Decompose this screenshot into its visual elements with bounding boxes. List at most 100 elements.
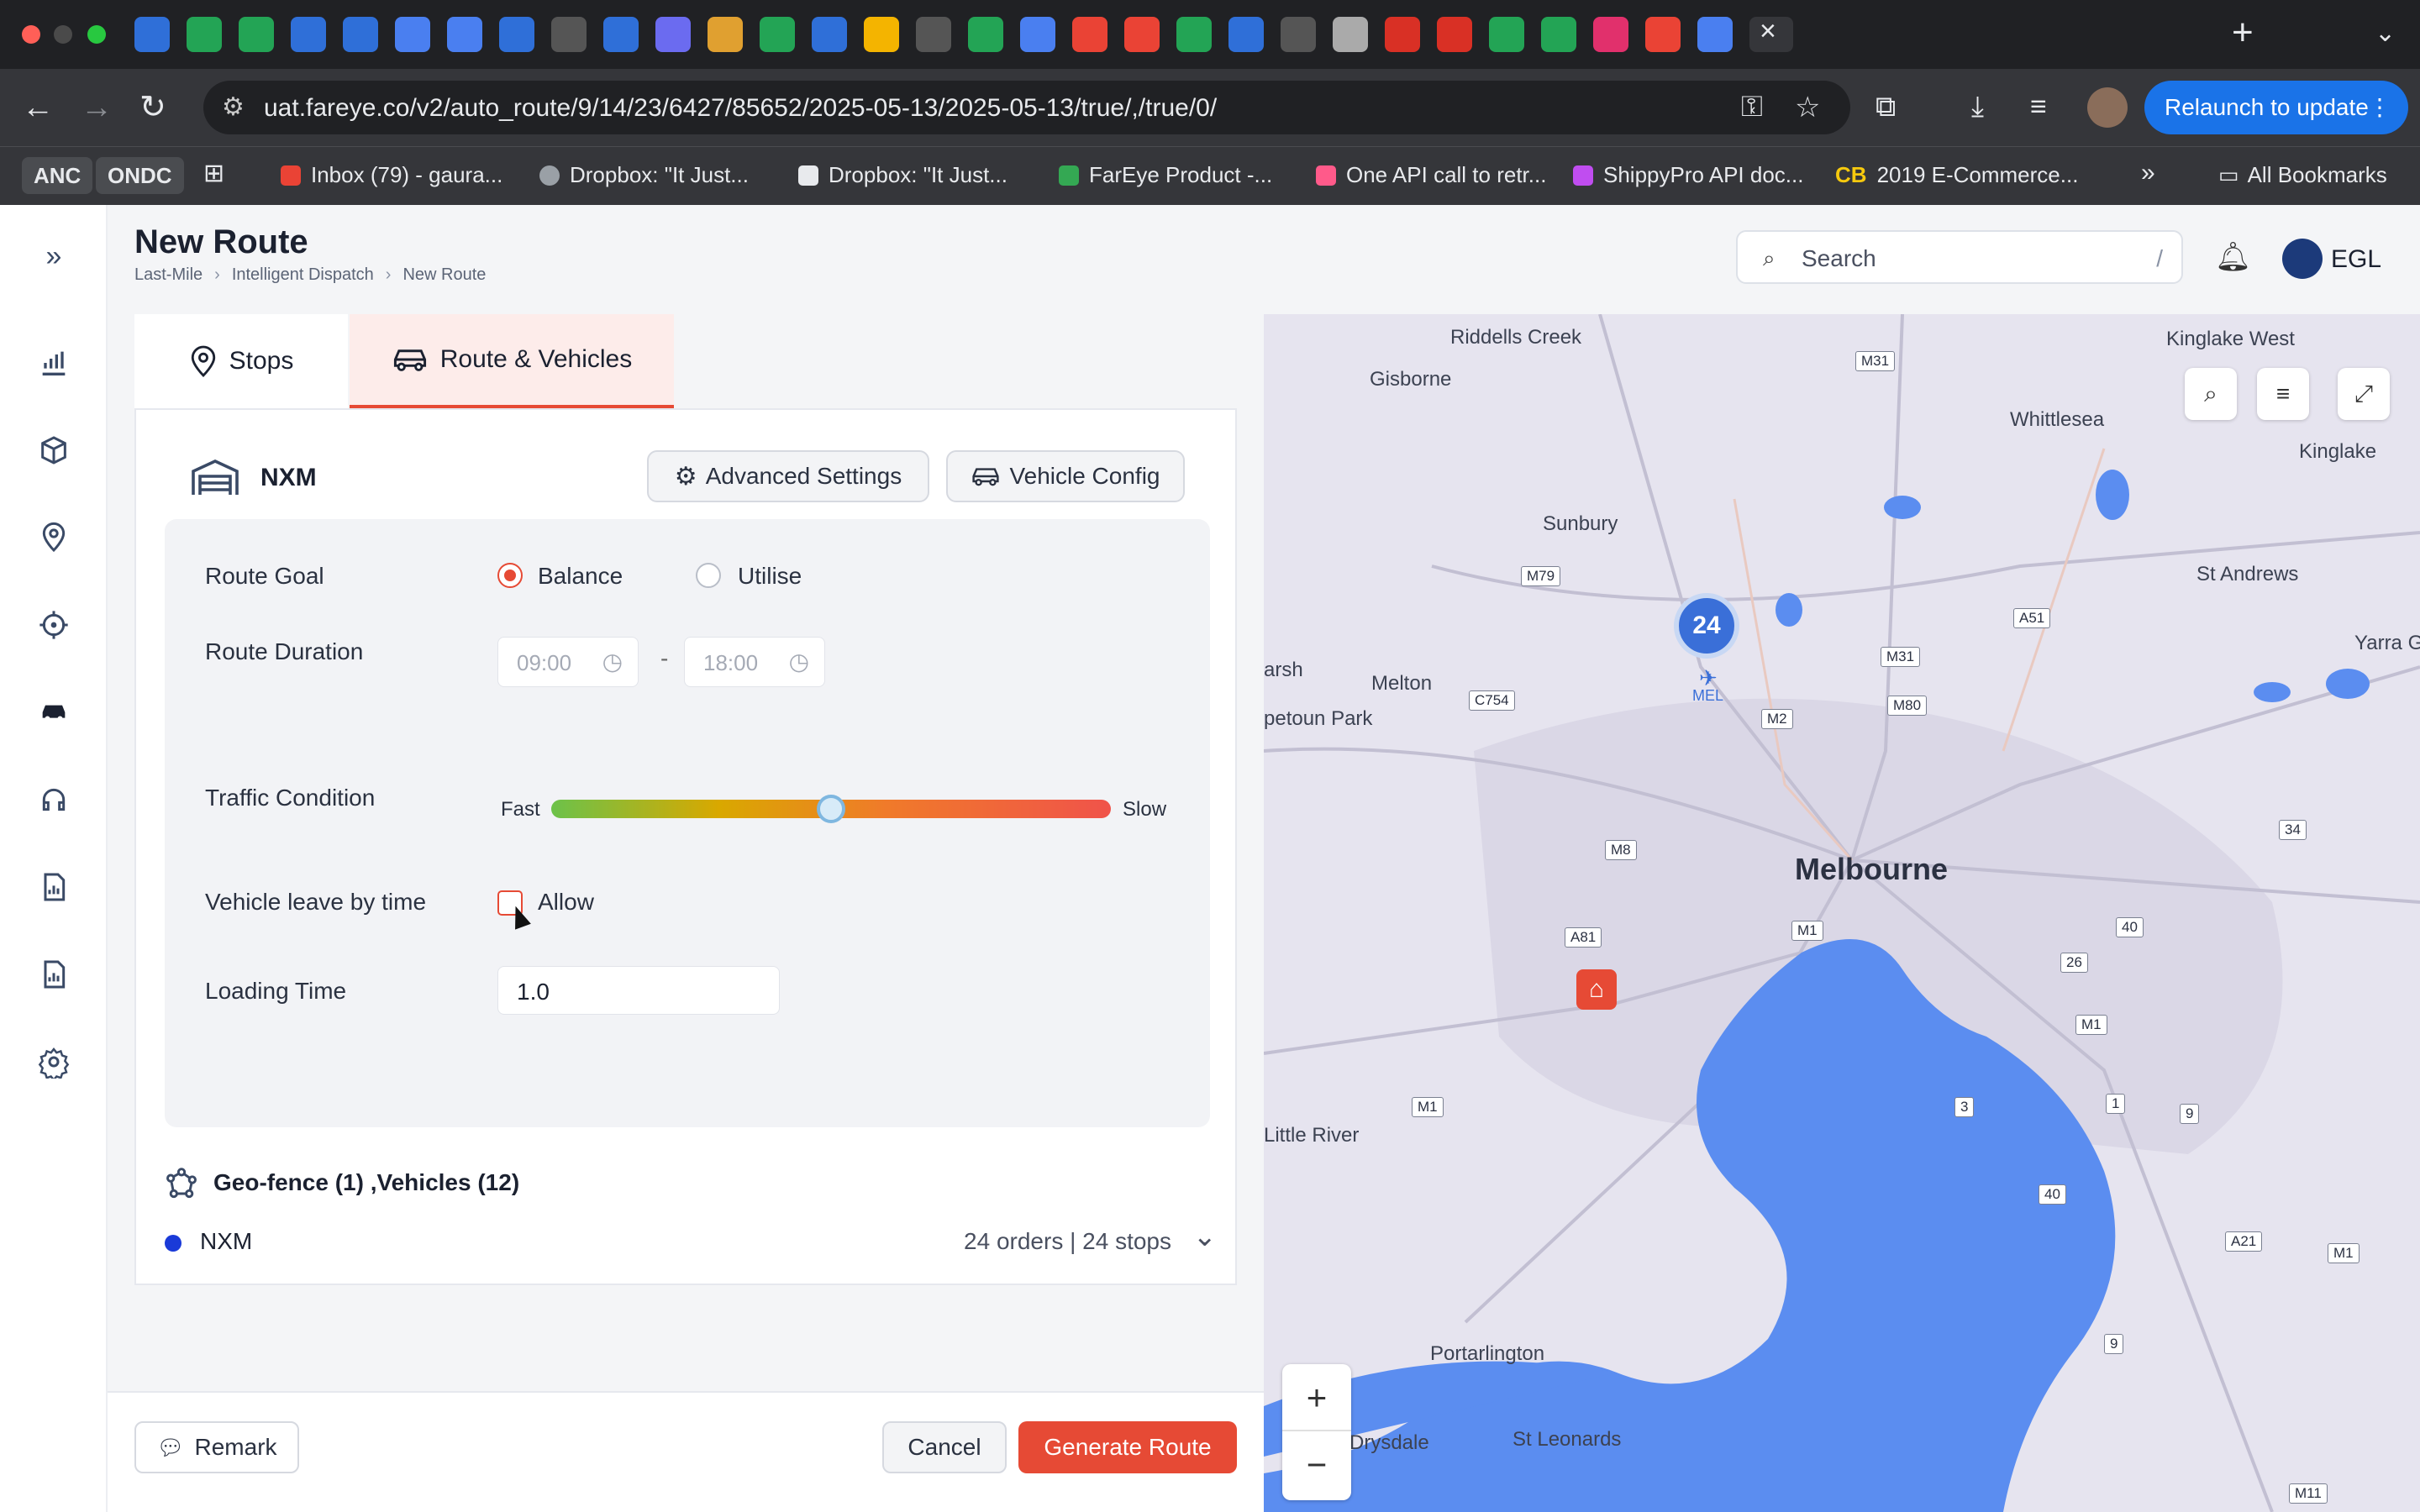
loading-time-input[interactable]: 1.0 bbox=[497, 966, 780, 1015]
location-pin-icon[interactable] bbox=[0, 521, 108, 563]
end-time-input[interactable]: 18:00 ◷ bbox=[684, 637, 825, 687]
package-icon[interactable] bbox=[0, 433, 108, 475]
analytics-icon[interactable] bbox=[0, 346, 108, 388]
user-avatar[interactable] bbox=[2282, 239, 2323, 279]
browser-tab[interactable] bbox=[1176, 17, 1212, 52]
goal-balance-radio[interactable] bbox=[497, 563, 523, 588]
map-filter-icon[interactable]: ≡ bbox=[2257, 368, 2309, 420]
browser-tab[interactable] bbox=[343, 17, 378, 52]
download-icon[interactable]: ⤓ bbox=[1971, 91, 1984, 123]
allow-label[interactable]: Allow bbox=[538, 889, 594, 916]
browser-tab[interactable] bbox=[916, 17, 951, 52]
browser-tab[interactable] bbox=[864, 17, 899, 52]
route-map[interactable]: Riddells Creek Gisborne Sunbury Whittles… bbox=[1264, 314, 2420, 1512]
zoom-in-button[interactable]: + bbox=[1282, 1364, 1351, 1431]
goal-utilise-label[interactable]: Utilise bbox=[738, 563, 802, 590]
tab-stops[interactable]: Stops bbox=[134, 314, 348, 408]
extensions-icon[interactable]: ⧉ bbox=[1876, 91, 1896, 123]
expand-rail-icon[interactable]: » bbox=[0, 240, 108, 273]
star-icon[interactable]: ☆ bbox=[1795, 91, 1820, 124]
car-icon[interactable] bbox=[0, 696, 108, 738]
apps-grid-icon[interactable]: ⊞ bbox=[203, 159, 224, 188]
reload-icon[interactable]: ↻ bbox=[139, 89, 166, 126]
bookmark-shippypro[interactable]: ShippyPro API doc... bbox=[1573, 162, 1803, 188]
browser-tab[interactable] bbox=[187, 17, 222, 52]
browser-tab[interactable] bbox=[1333, 17, 1368, 52]
browser-tab[interactable] bbox=[1385, 17, 1420, 52]
browser-tab[interactable] bbox=[603, 17, 639, 52]
browser-tab[interactable] bbox=[1489, 17, 1524, 52]
browser-tab[interactable] bbox=[1124, 17, 1160, 52]
url-text[interactable]: uat.fareye.co/v2/auto_route/9/14/23/6427… bbox=[264, 94, 1217, 123]
new-tab-icon[interactable]: + bbox=[2232, 12, 2254, 54]
bookmark-ecommerce[interactable]: CB 2019 E-Commerce... bbox=[1835, 162, 2078, 188]
browser-tab[interactable] bbox=[291, 17, 326, 52]
bookmark-inbox[interactable]: Inbox (79) - gaura... bbox=[281, 162, 502, 188]
forward-icon[interactable]: → bbox=[81, 89, 113, 126]
window-minimize-dot[interactable] bbox=[54, 25, 72, 44]
settings-gear-icon[interactable] bbox=[0, 1045, 108, 1087]
bookmark-ondc[interactable]: ONDC bbox=[96, 157, 184, 194]
tab-route-vehicles[interactable]: Route & Vehicles bbox=[350, 314, 674, 408]
bookmark-fareye[interactable]: FarEye Product -... bbox=[1059, 162, 1272, 188]
crosshair-icon[interactable] bbox=[0, 608, 108, 650]
fullscreen-icon[interactable]: ⤢ bbox=[2338, 368, 2390, 420]
remark-button[interactable]: 💬︎ Remark bbox=[134, 1421, 299, 1473]
advanced-settings-button[interactable]: ⚙ Advanced Settings bbox=[647, 450, 929, 502]
browser-tab[interactable] bbox=[447, 17, 482, 52]
goal-utilise-radio[interactable] bbox=[696, 563, 721, 588]
user-name[interactable]: EGL bbox=[2331, 245, 2381, 274]
chevron-down-icon[interactable]: ⌄ bbox=[2375, 18, 2396, 48]
browser-tab[interactable] bbox=[1020, 17, 1055, 52]
zoom-out-button[interactable]: − bbox=[1282, 1431, 1351, 1499]
breadcrumb-item[interactable]: Last-Mile bbox=[134, 265, 203, 285]
address-bar[interactable]: ⚙ uat.fareye.co/v2/auto_route/9/14/23/64… bbox=[203, 81, 1850, 134]
bookmark-one-api[interactable]: One API call to retr... bbox=[1316, 162, 1546, 188]
browser-tab[interactable] bbox=[499, 17, 534, 52]
breadcrumb-item[interactable]: Intelligent Dispatch bbox=[232, 265, 374, 285]
map-search-icon[interactable]: ⌕ bbox=[2185, 368, 2237, 420]
browser-tab[interactable] bbox=[812, 17, 847, 52]
bookmark-dropbox-1[interactable]: Dropbox: "It Just... bbox=[539, 162, 749, 188]
generate-route-button[interactable]: Generate Route bbox=[1018, 1421, 1237, 1473]
browser-tab[interactable] bbox=[239, 17, 274, 52]
browser-tab[interactable] bbox=[1437, 17, 1472, 52]
search-input[interactable]: ⌕ Search / bbox=[1736, 230, 2183, 284]
browser-tab[interactable] bbox=[134, 17, 170, 52]
report-alt-icon[interactable] bbox=[0, 958, 108, 1000]
cancel-button[interactable]: Cancel bbox=[882, 1421, 1007, 1473]
browser-tab[interactable] bbox=[1281, 17, 1316, 52]
traffic-slider-handle[interactable] bbox=[817, 795, 845, 823]
chevron-down-icon[interactable]: ⌄ bbox=[1193, 1220, 1218, 1253]
browser-tab[interactable] bbox=[395, 17, 430, 52]
all-bookmarks[interactable]: ▭ All Bookmarks bbox=[2218, 162, 2387, 188]
headset-icon[interactable] bbox=[0, 783, 108, 825]
stops-cluster-marker[interactable]: 24 bbox=[1674, 593, 1739, 659]
browser-tab[interactable] bbox=[968, 17, 1003, 52]
browser-tab[interactable] bbox=[1541, 17, 1576, 52]
vehicle-group-name[interactable]: NXM bbox=[200, 1228, 252, 1255]
site-settings-icon[interactable]: ⚙ bbox=[222, 92, 245, 122]
browser-tab[interactable] bbox=[551, 17, 587, 52]
browser-tab[interactable] bbox=[760, 17, 795, 52]
relaunch-button[interactable]: Relaunch to update ⋮ bbox=[2144, 81, 2408, 134]
browser-tab[interactable] bbox=[708, 17, 743, 52]
vehicle-config-button[interactable]: Vehicle Config bbox=[946, 450, 1185, 502]
browser-tab[interactable] bbox=[1697, 17, 1733, 52]
report-icon[interactable] bbox=[0, 870, 108, 912]
browser-tab[interactable] bbox=[1228, 17, 1264, 52]
bookmark-dropbox-2[interactable]: Dropbox: "It Just... bbox=[798, 162, 1007, 188]
browser-tab[interactable] bbox=[1593, 17, 1628, 52]
more-bookmarks-icon[interactable]: » bbox=[2141, 159, 2155, 187]
depot-home-icon[interactable]: ⌂ bbox=[1576, 969, 1617, 1010]
browser-tab[interactable] bbox=[1645, 17, 1681, 52]
window-close-dot[interactable] bbox=[22, 25, 40, 44]
back-icon[interactable]: ← bbox=[22, 89, 54, 126]
browser-tab[interactable] bbox=[1072, 17, 1107, 52]
goal-balance-label[interactable]: Balance bbox=[538, 563, 623, 590]
bell-icon[interactable]: 🔔︎ bbox=[2215, 240, 2251, 274]
key-icon[interactable]: ⚿ bbox=[1741, 91, 1763, 123]
browser-tab[interactable] bbox=[655, 17, 691, 52]
close-tab-icon[interactable]: × bbox=[1760, 15, 1776, 48]
window-zoom-dot[interactable] bbox=[87, 25, 106, 44]
